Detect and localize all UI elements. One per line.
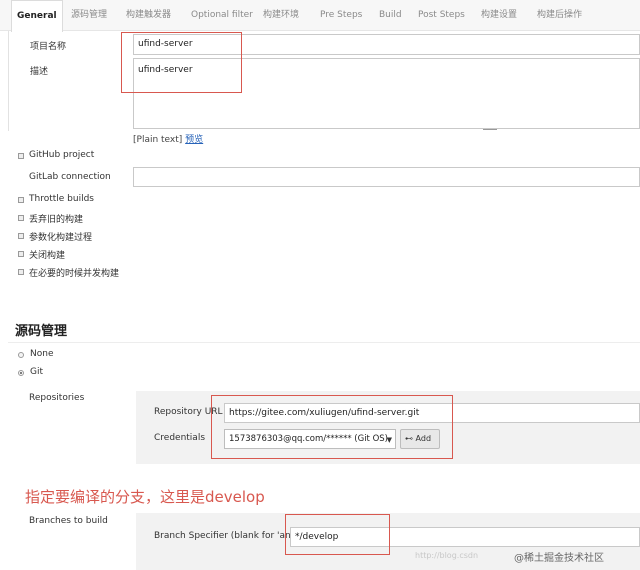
gitlab-connection-input[interactable] — [133, 167, 640, 187]
scm-git-label: Git — [30, 367, 44, 377]
highlight-box-branch — [285, 514, 390, 555]
scm-git-radio[interactable] — [18, 370, 24, 376]
disable-build-checkbox[interactable] — [18, 251, 24, 257]
tab-post-steps[interactable]: Post Steps — [418, 0, 465, 31]
branch-specifier-label: Branch Specifier (blank for 'any') — [154, 531, 303, 541]
throttle-builds-checkbox[interactable] — [18, 197, 24, 203]
scm-none-label: None — [30, 349, 54, 359]
scm-section-title: 源码管理 — [15, 324, 68, 339]
site-watermark: @稀土掘金技术社区 — [514, 553, 604, 564]
parameterized-checkbox[interactable] — [18, 233, 24, 239]
discard-old-checkbox[interactable] — [18, 215, 24, 221]
gitlab-connection-label: GitLab connection — [29, 172, 111, 182]
tab-bar: General 源码管理 构建触发器 Optional filter 构建环境 … — [0, 0, 640, 32]
left-border — [8, 31, 9, 131]
tab-optional-filter[interactable]: Optional filter — [191, 0, 253, 31]
concurrent-label: 在必要的时候并发构建 — [29, 269, 120, 279]
branches-label: Branches to build — [29, 516, 108, 526]
section-divider — [8, 342, 640, 343]
tab-post-build-actions[interactable]: 构建后操作 — [537, 0, 582, 31]
tab-build-settings[interactable]: 构建设置 — [481, 0, 517, 31]
branch-annotation: 指定要编译的分支，这里是develop — [25, 488, 265, 506]
tab-build-environment[interactable]: 构建环境 — [263, 0, 299, 31]
tab-general[interactable]: General — [11, 0, 63, 32]
credentials-label: Credentials — [154, 433, 206, 443]
tab-scm[interactable]: 源码管理 — [71, 0, 107, 31]
concurrent-checkbox[interactable] — [18, 269, 24, 275]
highlight-box-name — [121, 32, 242, 93]
highlight-box-repo — [211, 395, 453, 459]
description-label: 描述 — [30, 67, 49, 77]
project-name-label: 项目名称 — [30, 42, 67, 52]
tab-build[interactable]: Build — [379, 0, 402, 31]
throttle-builds-label: Throttle builds — [29, 194, 94, 204]
plain-text-label: [Plain text] 预览 — [133, 132, 203, 145]
github-project-label: GitHub project — [29, 150, 95, 160]
scm-none-radio[interactable] — [18, 352, 24, 358]
tab-build-triggers[interactable]: 构建触发器 — [126, 0, 171, 31]
parameterized-label: 参数化构建过程 — [29, 233, 93, 243]
disable-build-label: 关闭构建 — [29, 251, 66, 261]
resize-handle[interactable] — [483, 129, 497, 130]
tab-pre-steps[interactable]: Pre Steps — [320, 0, 362, 31]
repositories-label: Repositories — [29, 393, 85, 403]
plain-text: [Plain text] — [133, 135, 183, 145]
github-project-checkbox[interactable] — [18, 153, 24, 159]
faint-watermark: http://blog.csdn — [415, 551, 479, 560]
preview-link[interactable]: 预览 — [185, 135, 203, 145]
discard-old-label: 丢弃旧的构建 — [29, 215, 84, 225]
